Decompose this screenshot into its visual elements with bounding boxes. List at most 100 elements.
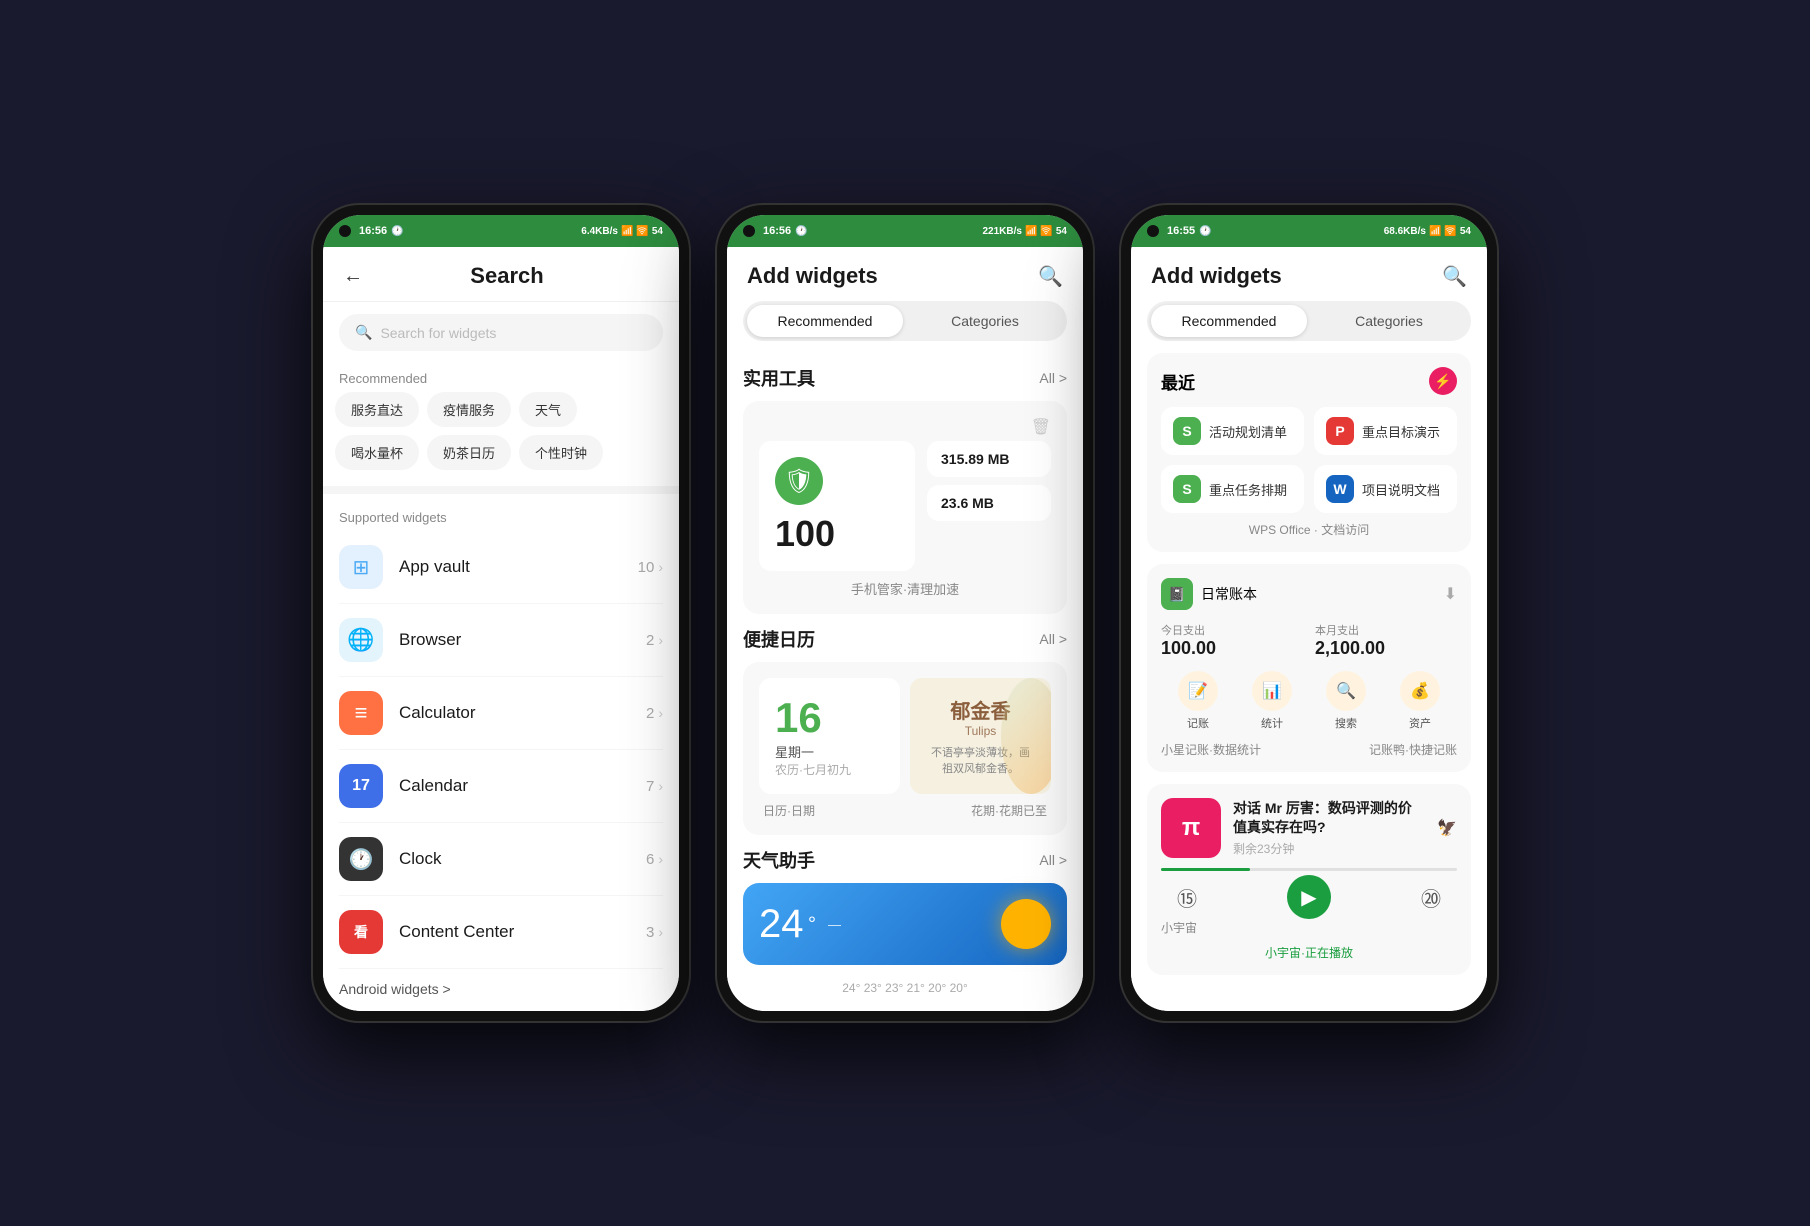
contentcenter-name: Content Center [399,922,646,942]
weather-title: 天气助手 [743,847,815,873]
amount-val-1: 100.00 [1161,638,1303,659]
quick-action-4[interactable]: 💰 资产 [1400,671,1440,731]
cal-card-flower: 郁金香 Tulips 不语亭亭淡薄妆，画祖双风郁金香。 [910,678,1051,794]
weather-all[interactable]: All > [1039,852,1067,868]
tag-item[interactable]: 疫情服务 [427,392,511,427]
header-search-icon-2[interactable]: 🔍 [1038,264,1063,289]
forward-icon[interactable]: ⑳ [1421,883,1441,912]
cleaner-label: 手机管家·清理加速 [759,579,1051,598]
weather-info: — [828,917,989,932]
stat-val-1: 315.89 MB [941,451,1037,467]
calendar-name: Calendar [399,776,646,796]
phone-2-content: Add widgets 🔍 Recommended Categories 实用工… [727,247,1083,1011]
chevron-icon: › [658,559,663,575]
cal-lunar: 农历·七月初九 [775,761,884,778]
status-bar-1: 16:56 🕐 6.4KB/s 📶 🛜 54 [323,215,679,247]
widget-item-calendar[interactable]: 17 Calendar 7 › [339,750,663,823]
phone-1: 16:56 🕐 6.4KB/s 📶 🛜 54 ← Search [311,203,691,1023]
tag-item[interactable]: 奶茶日历 [427,435,511,470]
widget-item-browser[interactable]: 🌐 Browser 2 › [339,604,663,677]
cleaner-card: 🗑 🛡 100 315.89 MB [743,401,1067,614]
header-search-icon-3[interactable]: 🔍 [1442,264,1467,289]
chevron-icon: › [658,705,663,721]
cleaner-card-inner: 🛡 100 315.89 MB 23.6 MB [759,441,1051,571]
podcast-row: π 对话 Mr 厉害：数码评测的价值真实存在吗? 剩余23分钟 🦅 [1161,798,1457,858]
app-item-2[interactable]: P 重点目标演示 [1314,407,1457,455]
cal-card-date: 16 星期一 农历·七月初九 [759,678,900,794]
network-3: 68.6KB/s [1384,226,1426,237]
account-icon: 📓 [1161,578,1193,610]
widget-item-contentcenter[interactable]: 看 Content Center 3 › [339,896,663,969]
widget-item-clock[interactable]: 🕐 Clock 6 › [339,823,663,896]
podcast-title: 对话 Mr 厉害：数码评测的价值真实存在吗? [1233,799,1425,835]
progress-bar [1161,868,1457,871]
weather-temp-block: 24 ° [759,902,816,947]
stat-val-2: 23.6 MB [941,495,1037,511]
phone-1-screen: 16:56 🕐 6.4KB/s 📶 🛜 54 ← Search [323,215,679,1011]
rewind-icon[interactable]: ⑮ [1177,883,1197,912]
account-card: 📓 日常账本 ⬇ 今日支出 100.00 本月支出 2,100.00 [1147,564,1471,772]
account-footer-2: 记账鸭·快捷记账 [1369,741,1457,758]
appvault-name: App vault [399,557,638,577]
download-icon[interactable]: ⬇ [1444,584,1457,604]
clock-icon: 🕐 [339,837,383,881]
search-icon: 🔍 [355,324,372,341]
supported-label: Supported widgets [323,502,679,531]
amount-val-2: 2,100.00 [1315,638,1457,659]
phone-2: 16:56 🕐 221KB/s 📶 🛜 54 Add widgets 🔍 Rec… [715,203,1095,1023]
tools-title: 实用工具 [743,365,815,391]
cal-label-2: 花期·花期已至 [971,802,1047,819]
android-widgets-link[interactable]: Android widgets > [323,969,679,1009]
calendar-all[interactable]: All > [1039,631,1067,647]
add-widgets-title-3: Add widgets [1151,263,1282,289]
tools-all[interactable]: All > [1039,370,1067,386]
back-button[interactable]: ← [343,265,363,288]
time-2: 16:56 [763,225,791,237]
podcast-countdown: 剩余23分钟 [1233,840,1425,857]
cleaner-left: 🛡 100 [759,441,915,571]
podcast-nav-icon[interactable]: 🦅 [1437,818,1457,838]
tag-item[interactable]: 个性时钟 [519,435,603,470]
tag-item[interactable]: 天气 [519,392,577,427]
tag-item[interactable]: 服务直达 [335,392,419,427]
add-widgets-header-3: Add widgets 🔍 [1131,247,1487,301]
quick-actions: 📝 记账 📊 统计 🔍 搜索 [1161,671,1457,731]
app-item-3[interactable]: S 重点任务排期 [1161,465,1304,513]
tab-recommended-3[interactable]: Recommended [1151,305,1307,337]
tab-categories-3[interactable]: Categories [1311,305,1467,337]
app-grid: S 活动规划清单 P 重点目标演示 S 重点任务排期 [1161,407,1457,513]
quick-action-2[interactable]: 📊 统计 [1252,671,1292,731]
app-item-4[interactable]: W 项目说明文档 [1314,465,1457,513]
widgets-scroll-3[interactable]: 最近 ⚡ S 活动规划清单 P 重点目标演示 [1131,341,1487,1011]
action-icon-1: 📝 [1178,671,1218,711]
chevron-icon: › [658,778,663,794]
action-label-3: 搜索 [1335,715,1357,731]
delete-icon[interactable]: 🗑 [1031,417,1051,437]
search-bar[interactable]: 🔍 Search for widgets [339,314,663,351]
recent-title: 最近 [1161,369,1195,394]
progress-fill [1161,868,1250,871]
category-header-weather: 天气助手 All > [743,847,1067,873]
app-icon-2: P [1326,417,1354,445]
quick-action-1[interactable]: 📝 记账 [1178,671,1218,731]
tab-categories-2[interactable]: Categories [907,305,1063,337]
widget-item-calculator[interactable]: ≡ Calculator 2 › [339,677,663,750]
wifi-icon-1: 🛜 [636,226,648,237]
phone-2-screen: 16:56 🕐 221KB/s 📶 🛜 54 Add widgets 🔍 Rec… [727,215,1083,1011]
app-item-1[interactable]: S 活动规划清单 [1161,407,1304,455]
appvault-count: 10 [638,559,655,576]
podcast-host: 小宇宙 [1161,919,1457,936]
app-icon-1: S [1173,417,1201,445]
tab-recommended-2[interactable]: Recommended [747,305,903,337]
play-button[interactable]: ▶ [1287,875,1331,919]
account-name: 日常账本 [1201,584,1257,604]
calendar-widget-card: 16 星期一 农历·七月初九 郁金香 Tulips 不语亭亭淡薄妆，画祖双风郁金… [743,662,1067,835]
widgets-scroll-2[interactable]: 实用工具 All > 🗑 🛡 100 [727,341,1083,1011]
browser-count: 2 [646,632,654,649]
widget-item-appvault[interactable]: ⊞ App vault 10 › [339,531,663,604]
quick-action-3[interactable]: 🔍 搜索 [1326,671,1366,731]
podcast-info: 对话 Mr 厉害：数码评测的价值真实存在吗? 剩余23分钟 [1233,799,1425,856]
tag-item[interactable]: 喝水量杯 [335,435,419,470]
account-footer-1: 小星记账·数据统计 [1161,741,1261,758]
contentcenter-count: 3 [646,924,654,941]
